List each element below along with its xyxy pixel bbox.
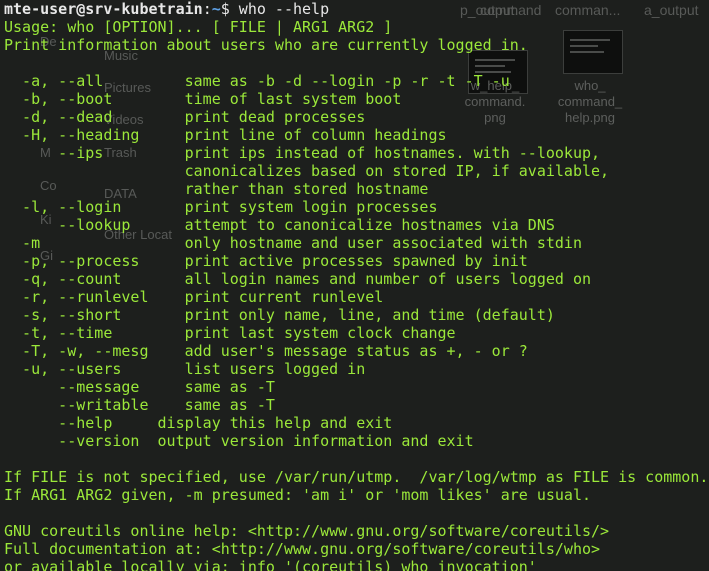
terminal-line: or available locally via: info '(coreuti…	[4, 558, 537, 571]
terminal-line: -q, --count all login names and number o…	[4, 270, 591, 288]
terminal-line: -p, --process print active processes spa…	[4, 252, 528, 270]
terminal-line: -b, --boot time of last system boot	[4, 90, 402, 108]
terminal-line: -l, --login print system login processes	[4, 198, 438, 216]
terminal-line: -t, --time print last system clock chang…	[4, 324, 456, 342]
prompt-command: who --help	[229, 0, 330, 18]
terminal-line: GNU coreutils online help: <http://www.g…	[4, 522, 610, 540]
terminal-line: -a, --all same as -b -d --login -p -r -t…	[4, 72, 510, 90]
terminal-line: -H, --heading print line of column headi…	[4, 126, 447, 144]
terminal-output[interactable]: mte-user@srv-kubetrain:~$ who --help Usag…	[0, 0, 708, 571]
prompt-user-host: mte-user@srv-kubetrain	[4, 0, 203, 18]
terminal-line: Usage: who [OPTION]... [ FILE | ARG1 ARG…	[4, 18, 393, 36]
prompt-path: ~	[211, 0, 221, 18]
terminal-line: --writable same as -T	[4, 396, 275, 414]
terminal-line: -u, --users list users logged in	[4, 360, 366, 378]
terminal-line: -T, -w, --mesg add user's message status…	[4, 342, 528, 360]
terminal-prompt-line: mte-user@srv-kubetrain:~$ who --help	[4, 0, 708, 18]
prompt-separator: :	[202, 0, 212, 18]
terminal-line: --message same as -T	[4, 378, 275, 396]
terminal-line: Full documentation at: <http://www.gnu.o…	[4, 540, 601, 558]
terminal-line: If FILE is not specified, use /var/run/u…	[4, 468, 709, 486]
terminal-line: -d, --dead print dead processes	[4, 108, 366, 126]
terminal-line: If ARG1 ARG2 given, -m presumed: 'am i' …	[4, 486, 591, 504]
terminal-line: --lookup attempt to canonicalize hostnam…	[4, 216, 555, 234]
screen: command p_output. comman... a_output De …	[0, 0, 709, 571]
terminal-line: --help display this help and exit	[4, 414, 393, 432]
terminal-line: --ips print ips instead of hostnames. wi…	[4, 144, 601, 162]
terminal-line: -r, --runlevel print current runlevel	[4, 288, 384, 306]
terminal-line: Print information about users who are cu…	[4, 36, 528, 54]
terminal-line: -m only hostname and user associated wit…	[4, 234, 582, 252]
terminal-line: rather than stored hostname	[4, 180, 429, 198]
prompt-dollar: $	[220, 0, 230, 18]
terminal-line: canonicalizes based on stored IP, if ava…	[4, 162, 610, 180]
terminal-line: -s, --short print only name, line, and t…	[4, 306, 555, 324]
terminal-line: --version output version information and…	[4, 432, 474, 450]
